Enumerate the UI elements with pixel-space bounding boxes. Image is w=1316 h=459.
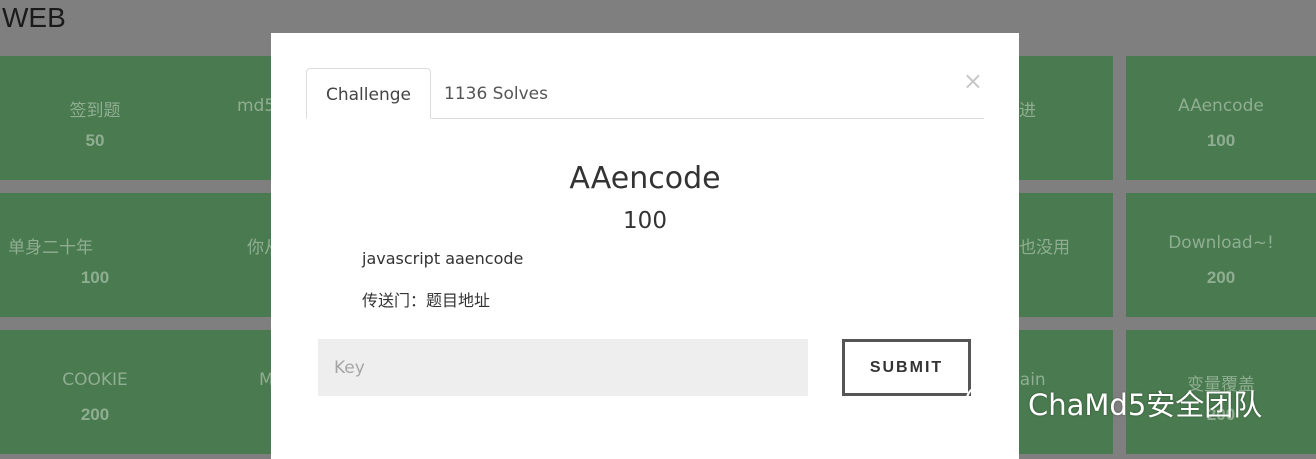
key-input[interactable]	[318, 339, 808, 396]
tile-name: 签到题	[69, 101, 121, 121]
watermark: ChaMd5安全团队	[964, 380, 1262, 426]
tile-points: 50	[85, 131, 105, 150]
tile-points: 100	[1206, 131, 1236, 150]
tab-challenge[interactable]: Challenge	[306, 68, 431, 119]
challenge-tile[interactable]: Download~! 200	[1126, 193, 1316, 317]
challenge-url-link[interactable]: 题目地址	[426, 291, 490, 310]
challenge-value: 100	[623, 208, 667, 234]
challenge-tile[interactable]: AAencode 100	[1126, 56, 1316, 180]
tile-name: 进	[1019, 101, 1036, 121]
tile-name: COOKIE	[62, 370, 128, 390]
challenge-description: javascript aaencode	[362, 249, 524, 268]
tile-points: 200	[1206, 268, 1236, 287]
challenge-link-row: 传送门：题目地址	[362, 287, 490, 311]
challenge-name: AAencode	[569, 161, 721, 196]
tile-points: 100	[80, 268, 110, 287]
tile-name: AAencode	[1178, 96, 1264, 116]
challenge-tile[interactable]: COOKIE 200	[0, 330, 190, 454]
tab-solves[interactable]: 1136 Solves	[425, 68, 567, 119]
submit-button[interactable]: SUBMIT	[842, 339, 971, 396]
tile-name: 单身二十年	[8, 238, 93, 258]
wechat-icon	[965, 383, 1017, 424]
tile-name: 也没用	[1019, 238, 1070, 258]
challenge-tile[interactable]: 单身二十年 100	[0, 193, 190, 317]
tile-name: Download~!	[1168, 233, 1274, 253]
modal-tabs: Challenge 1136 Solves	[306, 68, 984, 119]
link-prefix: 传送门：	[362, 291, 427, 310]
challenge-tile[interactable]: 签到题 50	[0, 56, 190, 180]
challenge-modal: Challenge 1136 Solves × AAencode 100 jav…	[271, 33, 1019, 459]
close-icon[interactable]: ×	[963, 69, 983, 93]
tile-points: 200	[80, 405, 110, 424]
category-title: WEB	[2, 2, 66, 33]
watermark-text: ChaMd5安全团队	[1028, 388, 1263, 422]
